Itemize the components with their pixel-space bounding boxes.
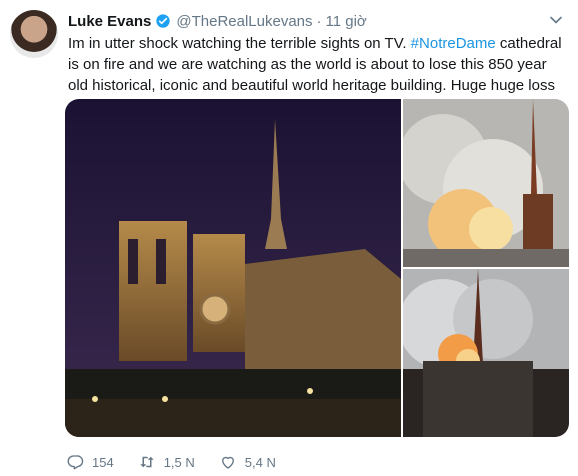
retweet-icon bbox=[139, 456, 154, 468]
hashtag-link[interactable]: #NotreDame bbox=[411, 35, 496, 52]
media-right-column bbox=[403, 99, 569, 437]
like-button[interactable]: 5,4 N bbox=[219, 453, 276, 471]
notre-dame-spire-fire-photo[interactable] bbox=[403, 269, 569, 437]
avatar[interactable] bbox=[10, 10, 58, 58]
tweet-text: Im in utter shock watching the terrible … bbox=[68, 33, 568, 96]
like-count: 5,4 N bbox=[244, 454, 276, 470]
heart-icon bbox=[221, 456, 234, 469]
notre-dame-fire-smoke-photo[interactable] bbox=[403, 99, 569, 267]
tweet-actions: 154 1,5 N 5,4 N bbox=[66, 452, 300, 472]
timestamp[interactable]: 11 giờ bbox=[326, 13, 367, 30]
retweet-count: 1,5 N bbox=[163, 454, 195, 470]
reply-icon bbox=[67, 455, 84, 470]
reply-count: 154 bbox=[92, 454, 114, 470]
display-name[interactable]: Luke Evans bbox=[68, 13, 151, 30]
tweet-card: Luke Evans @TheRealLukevans · 11 giờ Im … bbox=[0, 0, 578, 476]
tweet-header: Luke Evans @TheRealLukevans · 11 giờ bbox=[68, 10, 562, 32]
media-grid bbox=[65, 99, 569, 437]
tweet-text-before: Im in utter shock watching the terrible … bbox=[68, 35, 411, 52]
separator-dot: · bbox=[316, 12, 322, 30]
user-handle[interactable]: @TheRealLukevans bbox=[176, 13, 312, 30]
reply-button[interactable]: 154 bbox=[66, 453, 114, 471]
chevron-down-icon[interactable] bbox=[548, 12, 564, 28]
verified-badge-icon bbox=[155, 13, 171, 29]
notre-dame-night-photo[interactable] bbox=[65, 99, 401, 437]
retweet-button[interactable]: 1,5 N bbox=[138, 453, 195, 471]
